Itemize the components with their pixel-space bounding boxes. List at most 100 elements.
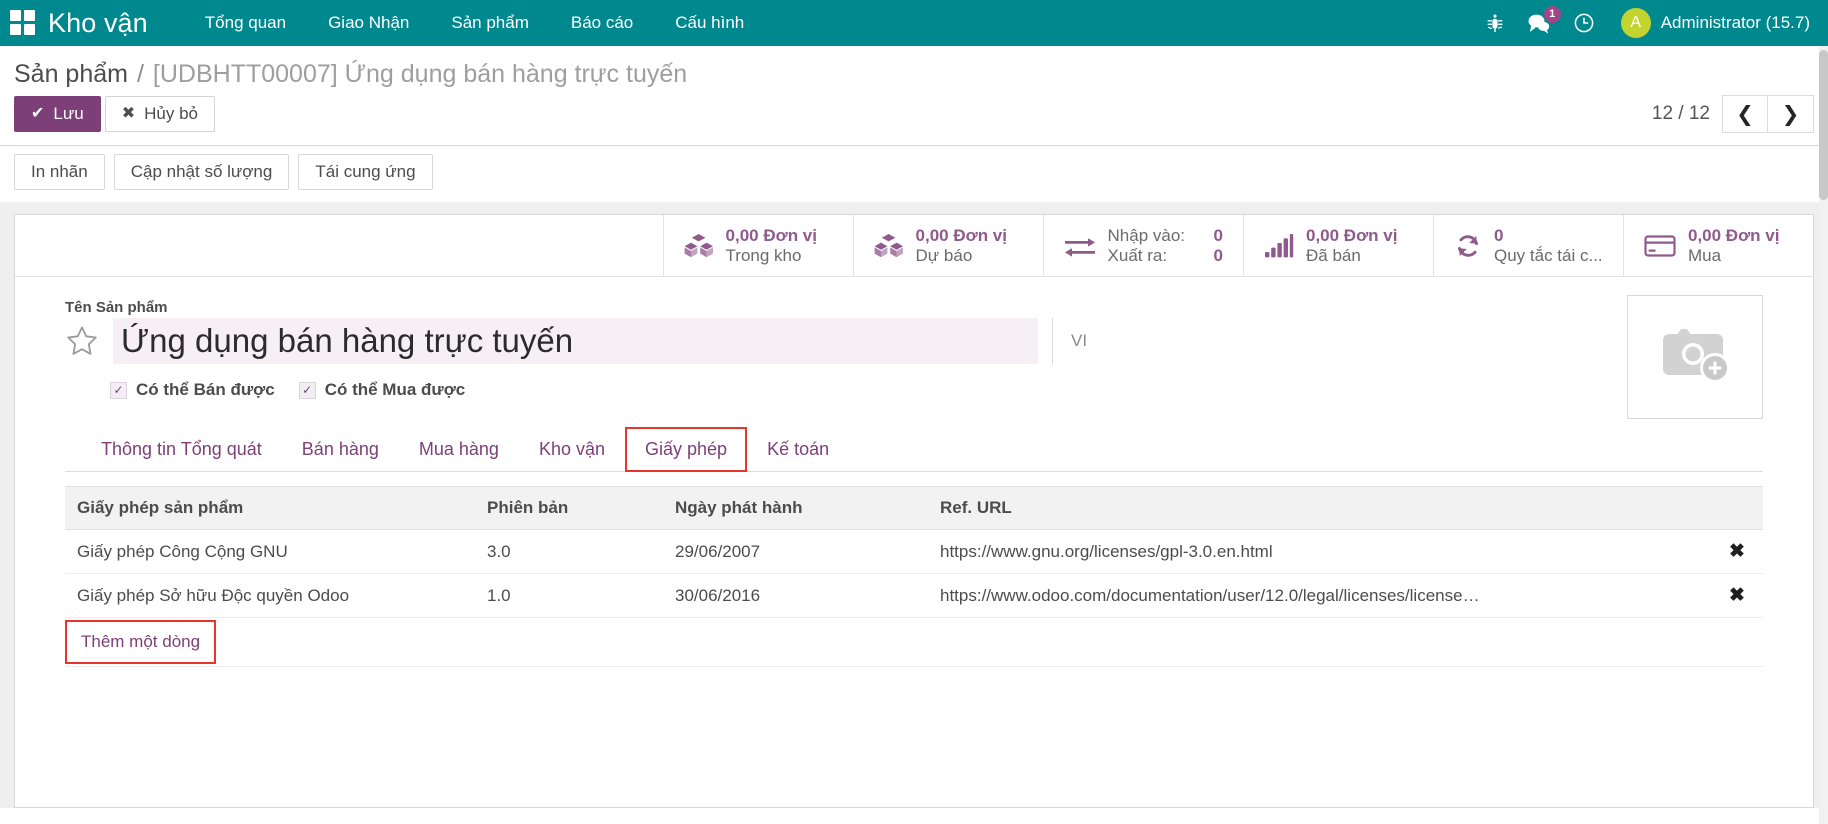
tab-inventory[interactable]: Kho vận [519,427,625,472]
bug-icon[interactable] [1485,13,1505,33]
tab-purchase[interactable]: Mua hàng [399,427,519,472]
stat-buttons-bar: 0,00 Đơn vị Trong kho [15,215,1813,277]
cubes-icon [684,233,714,259]
column-header-actions [1711,487,1763,530]
pager-count: 12 / 12 [1652,103,1710,125]
add-a-line-button[interactable]: Thêm một dòng [65,620,216,664]
column-header-ref-url[interactable]: Ref. URL [928,487,1711,530]
stat-label-sold: Đã bán [1306,246,1397,266]
product-name-row: VI [65,318,1763,364]
stat-label-on-hand: Trong kho [726,246,817,266]
breadcrumb: Sản phẩm / [UDBHTT00007] Ứng dụng bán hà… [0,46,1828,95]
cell-license-name: Giấy phép Công Cộng GNU [65,530,475,574]
license-table-container: Giấy phép sản phẩm Phiên bản Ngày phát h… [65,486,1763,667]
messages-badge: 1 [1544,6,1561,23]
avatar: A [1621,8,1651,38]
stat-value-incoming: 0 [1214,226,1223,246]
menu-item-giao-nhan[interactable]: Giao Nhận [307,1,430,45]
sheet-container: 0,00 Đơn vị Trong kho [0,202,1828,808]
tab-licenses[interactable]: Giấy phép [625,427,747,472]
stat-value-forecasted: 0,00 Đơn vị [916,226,1007,246]
breadcrumb-current: [UDBHTT00007] Ứng dụng bán hàng trực tuy… [153,60,687,89]
tab-sales[interactable]: Bán hàng [282,427,399,472]
table-row[interactable]: Giấy phép Sở hữu Độc quyền Odoo 1.0 30/0… [65,574,1763,618]
cell-version: 1.0 [475,574,663,618]
user-menu[interactable]: A Administrator (15.7) [1621,8,1810,38]
stat-button-purchased[interactable]: 0,00 Đơn vị Mua [1623,215,1813,276]
cell-ref-url: https://www.odoo.com/documentation/user/… [928,574,1711,618]
app-brand-title[interactable]: Kho vận [48,8,148,39]
breadcrumb-root[interactable]: Sản phẩm [14,60,128,89]
stat-button-sold[interactable]: 0,00 Đơn vị Đã bán [1243,215,1433,276]
menu-item-bao-cao[interactable]: Báo cáo [550,1,654,45]
user-name-label: Administrator (15.7) [1661,13,1810,33]
checkbox-can-be-sold-label: Có thể Bán được [136,380,275,400]
stat-label-purchased: Mua [1688,246,1779,266]
stat-value-purchased: 0,00 Đơn vị [1688,226,1779,246]
check-icon: ✔ [31,106,44,122]
credit-card-icon [1644,234,1676,258]
cancel-button[interactable]: ✖ Hủy bỏ [105,96,215,132]
tab-accounting[interactable]: Kế toán [747,427,849,472]
checkbox-can-be-sold[interactable]: ✓ Có thể Bán được [110,380,275,400]
chevron-left-icon[interactable]: ❮ [1722,95,1768,133]
stat-button-reordering-rules[interactable]: 0 Quy tắc tái c... [1433,215,1623,276]
exchange-arrows-icon [1064,233,1096,259]
chevron-right-icon[interactable]: ❯ [1768,95,1814,133]
save-button-label: Lưu [53,104,83,124]
product-name-input[interactable] [113,318,1038,364]
stat-value-reordering-rules: 0 [1494,226,1603,246]
column-header-license-name[interactable]: Giấy phép sản phẩm [65,487,475,530]
product-name-label: Tên Sản phẩm [65,299,1763,316]
cell-release-date: 30/06/2016 [663,574,928,618]
menu-item-cau-hinh[interactable]: Cấu hình [654,1,765,45]
cubes-icon [874,233,904,259]
license-table: Giấy phép sản phẩm Phiên bản Ngày phát h… [65,486,1763,667]
replenish-button[interactable]: Tái cung ứng [298,154,432,190]
menu-item-tong-quan[interactable]: Tổng quan [184,1,307,45]
table-row[interactable]: Giấy phép Công Cộng GNU 3.0 29/06/2007 h… [65,530,1763,574]
camera-add-icon [1655,323,1735,392]
language-badge[interactable]: VI [1052,318,1087,364]
product-image-upload[interactable] [1627,295,1763,419]
check-icon: ✓ [299,382,316,399]
stat-button-in-out[interactable]: Nhập vào: 0 Xuất ra: 0 [1043,215,1243,276]
record-sheet: 0,00 Đơn vị Trong kho [14,214,1814,808]
stat-button-on-hand[interactable]: 0,00 Đơn vị Trong kho [663,215,853,276]
apps-grid-icon[interactable] [10,10,36,36]
stat-value-on-hand: 0,00 Đơn vị [726,226,817,246]
checkbox-can-be-purchased-label: Có thể Mua được [325,380,466,400]
notebook-tabs: Thông tin Tổng quát Bán hàng Mua hàng Kh… [65,426,1763,472]
cell-license-name: Giấy phép Sở hữu Độc quyền Odoo [65,574,475,618]
add-row-row: Thêm một dòng [65,618,1763,667]
stat-label-forecasted: Dự báo [916,246,1007,266]
x-icon: ✖ [122,106,135,122]
navbar-right-tools: 1 A Administrator (15.7) [1485,8,1810,38]
page-scrollbar-thumb[interactable] [1819,50,1828,200]
delete-row-icon[interactable]: ✖ [1729,585,1745,606]
messages-icon[interactable]: 1 [1527,13,1551,34]
print-label-button[interactable]: In nhãn [14,154,105,190]
update-quantity-button[interactable]: Cập nhật số lượng [114,154,290,190]
cell-ref-url: https://www.gnu.org/licenses/gpl-3.0.en.… [928,530,1711,574]
table-header-row: Giấy phép sản phẩm Phiên bản Ngày phát h… [65,487,1763,530]
stat-key-incoming: Nhập vào: [1108,226,1204,246]
star-outline-icon[interactable] [65,324,99,358]
tab-general-info[interactable]: Thông tin Tổng quát [81,427,282,472]
column-header-version[interactable]: Phiên bản [475,487,663,530]
stat-button-forecasted[interactable]: 0,00 Đơn vị Dự báo [853,215,1043,276]
activity-clock-icon[interactable] [1573,12,1595,34]
check-icon: ✓ [110,382,127,399]
column-header-release-date[interactable]: Ngày phát hành [663,487,928,530]
stat-value-sold: 0,00 Đơn vị [1306,226,1397,246]
checkbox-can-be-purchased[interactable]: ✓ Có thể Mua được [299,380,466,400]
breadcrumb-separator: / [137,60,144,89]
product-flags-row: ✓ Có thể Bán được ✓ Có thể Mua được [110,380,1763,400]
form-buttons-row: ✔ Lưu ✖ Hủy bỏ 12 / 12 ❮ ❯ [0,95,1828,145]
save-button[interactable]: ✔ Lưu [14,96,101,132]
delete-row-icon[interactable]: ✖ [1729,541,1745,562]
form-body: Tên Sản phẩm VI ✓ Có thể Bán được ✓ Có t [15,277,1813,400]
stat-value-outgoing: 0 [1214,246,1223,266]
stat-key-outgoing: Xuất ra: [1108,246,1204,266]
menu-item-san-pham[interactable]: Sản phẩm [430,1,550,45]
